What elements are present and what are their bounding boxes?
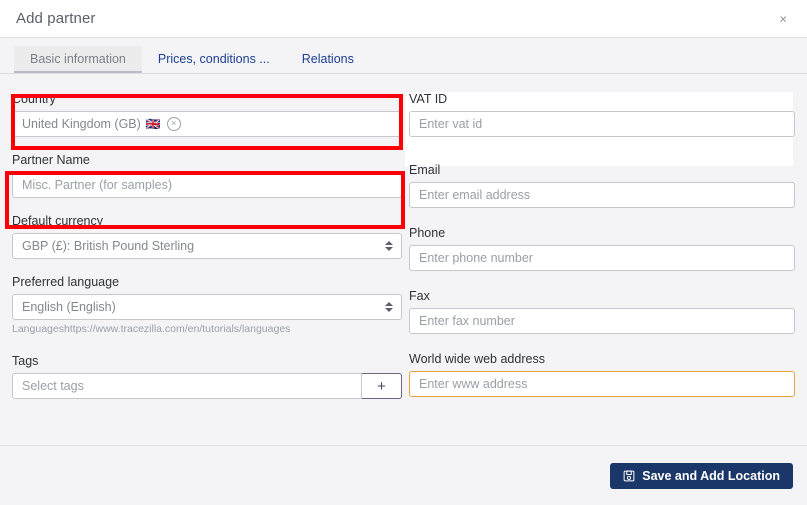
tags-row: Select tags + <box>12 373 402 399</box>
field-default-currency: Default currency GBP (£): British Pound … <box>12 214 402 259</box>
country-label: Country <box>12 92 56 106</box>
preferred-language-select[interactable]: English (English) <box>12 294 402 320</box>
field-vat-id: VAT ID Enter vat id <box>409 92 795 137</box>
form-body: Country United Kingdom (GB) 🇬🇧 × Partner… <box>0 74 807 445</box>
email-label: Email <box>409 163 441 177</box>
save-icon <box>623 470 635 481</box>
vat-id-input[interactable]: Enter vat id <box>409 111 795 137</box>
save-and-add-location-button[interactable]: Save and Add Location <box>610 462 793 489</box>
field-phone: Phone Enter phone number <box>409 226 795 271</box>
field-email: Email Enter email address <box>409 163 795 208</box>
page-title: Add partner <box>16 10 96 27</box>
phone-label: Phone <box>409 226 446 240</box>
website-placeholder: Enter www address <box>419 377 528 391</box>
fax-placeholder: Enter fax number <box>419 314 515 328</box>
chevron-updown-icon <box>385 302 393 312</box>
email-placeholder: Enter email address <box>419 188 531 202</box>
modal-header: Add partner × <box>0 0 807 38</box>
partner-name-label: Partner Name <box>12 153 90 167</box>
website-input[interactable]: Enter www address <box>409 371 795 397</box>
flag-gb-icon: 🇬🇧 <box>145 117 161 131</box>
tags-input[interactable]: Select tags <box>12 373 362 399</box>
tab-basic-information[interactable]: Basic information <box>14 45 142 73</box>
phone-input[interactable]: Enter phone number <box>409 245 795 271</box>
tags-placeholder: Select tags <box>22 379 84 393</box>
form-column-left: Country United Kingdom (GB) 🇬🇧 × Partner… <box>12 92 402 415</box>
field-preferred-language: Preferred language English (English) Lan… <box>12 275 402 336</box>
email-input[interactable]: Enter email address <box>409 182 795 208</box>
website-label: World wide web address <box>409 352 545 366</box>
tab-bar: Basic information Prices, conditions ...… <box>0 38 807 74</box>
partner-name-placeholder: Misc. Partner (for samples) <box>22 178 173 192</box>
fax-input[interactable]: Enter fax number <box>409 308 795 334</box>
clear-country-icon[interactable]: × <box>166 117 181 131</box>
default-currency-select[interactable]: GBP (£): British Pound Sterling <box>12 233 402 259</box>
field-website: World wide web address Enter www address <box>409 352 795 397</box>
default-currency-label: Default currency <box>12 214 104 228</box>
tab-relations[interactable]: Relations <box>286 46 370 74</box>
vat-id-placeholder: Enter vat id <box>419 117 483 131</box>
preferred-language-value: English (English) <box>22 300 116 314</box>
country-input[interactable]: United Kingdom (GB) 🇬🇧 × <box>12 111 402 137</box>
vat-id-label: VAT ID <box>409 92 448 106</box>
field-country: Country United Kingdom (GB) 🇬🇧 × <box>12 92 402 137</box>
save-button-label: Save and Add Location <box>642 468 780 483</box>
form-column-right: VAT ID Enter vat id Email Enter email ad… <box>409 92 795 413</box>
field-partner-name: Partner Name Misc. Partner (for samples) <box>12 153 402 198</box>
modal-footer: Save and Add Location <box>0 445 807 505</box>
tags-label: Tags <box>12 354 39 368</box>
tab-prices-conditions[interactable]: Prices, conditions ... <box>142 46 286 74</box>
phone-placeholder: Enter phone number <box>419 251 533 265</box>
partner-name-input[interactable]: Misc. Partner (for samples) <box>12 172 402 198</box>
field-fax: Fax Enter fax number <box>409 289 795 334</box>
default-currency-value: GBP (£): British Pound Sterling <box>22 239 195 253</box>
field-tags: Tags Select tags + <box>12 354 402 399</box>
close-icon[interactable]: × <box>773 8 793 29</box>
country-value: United Kingdom (GB) <box>22 117 141 131</box>
fax-label: Fax <box>409 289 430 303</box>
chevron-updown-icon <box>385 241 393 251</box>
add-tag-button[interactable]: + <box>362 373 402 399</box>
preferred-language-help: Languageshttps://www.tracezilla.com/en/t… <box>12 323 291 335</box>
preferred-language-label: Preferred language <box>12 275 120 289</box>
